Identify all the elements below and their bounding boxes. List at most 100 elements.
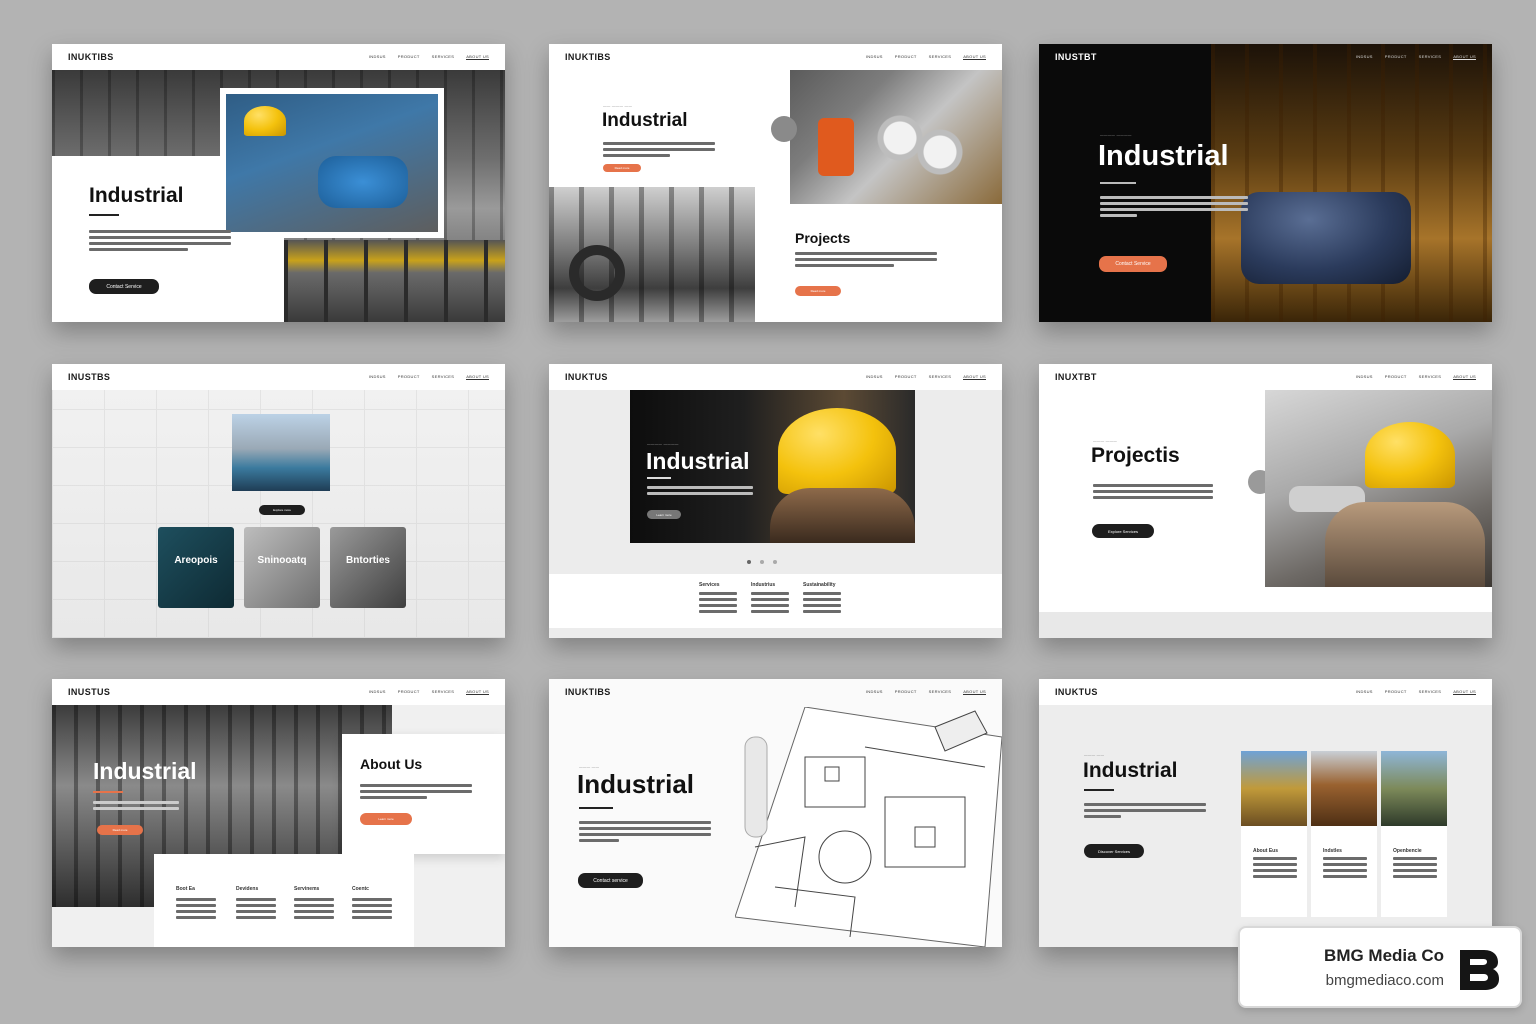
column-text: [803, 592, 841, 616]
nav-link[interactable]: SERVICES: [1419, 374, 1442, 380]
tile-1[interactable]: Areopois: [158, 527, 234, 608]
mockup-nav: INUKTIBS INDSUS PRODUCT SERVICES ABOUT U…: [549, 679, 1002, 705]
nav-link[interactable]: INDSUS: [1356, 374, 1373, 380]
nav-link[interactable]: SERVICES: [929, 689, 952, 695]
column-text: [236, 898, 276, 922]
mockup-nav: INUXTBT INDSUS PRODUCT SERVICES ABOUT US: [1039, 364, 1492, 390]
cta-button[interactable]: Learn more: [647, 510, 681, 519]
nav-link[interactable]: PRODUCT: [895, 374, 917, 380]
nav-link[interactable]: PRODUCT: [398, 374, 420, 380]
mockup-card-1[interactable]: INUKTIBS INDSUS PRODUCT SERVICES ABOUT U…: [52, 44, 505, 322]
mockup-logo: INUKTUS: [565, 372, 608, 382]
title-rule: [1100, 182, 1136, 184]
nav-link[interactable]: INDSUS: [866, 374, 883, 380]
body-text: [93, 801, 179, 813]
nav-link[interactable]: ABOUT US: [963, 689, 986, 695]
mockup-card-2[interactable]: INUKTIBS INDSUS PRODUCT SERVICES ABOUT U…: [549, 44, 1002, 322]
nav-link[interactable]: ABOUT US: [466, 689, 489, 695]
mockup-card-9[interactable]: INUKTUS INDSUS PRODUCT SERVICES ABOUT US…: [1039, 679, 1492, 947]
tile-3[interactable]: Bntorties: [330, 527, 406, 608]
nav-link[interactable]: INDSUS: [369, 689, 386, 695]
pipe-rolls-image: [870, 110, 970, 180]
column-text: [751, 592, 789, 616]
mockup-logo: INUSTBS: [68, 372, 111, 382]
hard-hat-icon: [778, 408, 896, 494]
mockup-card-4[interactable]: INUSTBS INDSUS PRODUCT SERVICES ABOUT US…: [52, 364, 505, 638]
nav-link[interactable]: PRODUCT: [398, 54, 420, 60]
column-text: [352, 898, 392, 922]
body-text: [647, 486, 753, 498]
nav-link[interactable]: PRODUCT: [895, 689, 917, 695]
nav-link[interactable]: ABOUT US: [963, 374, 986, 380]
page-title: Projectis: [1091, 444, 1180, 467]
service-text: [1323, 857, 1367, 881]
worker-arm-image: [1325, 502, 1485, 587]
service-card-3[interactable]: Openbencie: [1381, 751, 1447, 917]
nav-link[interactable]: PRODUCT: [895, 54, 917, 60]
pipes-image: [790, 70, 1002, 204]
nav-link[interactable]: SERVICES: [929, 374, 952, 380]
page-title: Industrial: [89, 184, 184, 207]
cta-button[interactable]: Contact Service: [89, 279, 159, 294]
nav-link[interactable]: PRODUCT: [1385, 54, 1407, 60]
cta-button[interactable]: Contact Service: [1099, 256, 1167, 272]
mockup-card-8[interactable]: INUKTIBS INDSUS PRODUCT SERVICES ABOUT U…: [549, 679, 1002, 947]
nav-link[interactable]: INDSUS: [1356, 54, 1373, 60]
cta-button[interactable]: Read more: [97, 825, 143, 835]
orange-barrel-image: [818, 118, 854, 176]
nav-link[interactable]: INDSUS: [866, 54, 883, 60]
slider-dots[interactable]: [747, 560, 777, 564]
service-card-1[interactable]: About Eus: [1241, 751, 1307, 917]
eyebrow-text: ———— ————: [647, 442, 679, 446]
cta-button[interactable]: Explore Services: [1092, 524, 1154, 538]
nav-link[interactable]: ABOUT US: [1453, 54, 1476, 60]
nav-link[interactable]: ABOUT US: [963, 54, 986, 60]
nav-link[interactable]: SERVICES: [1419, 54, 1442, 60]
mockup-nav: INUKTUS INDSUS PRODUCT SERVICES ABOUT US: [549, 364, 1002, 390]
mockup-card-5[interactable]: INUKTUS INDSUS PRODUCT SERVICES ABOUT US…: [549, 364, 1002, 638]
page-title: Industrial: [646, 448, 750, 474]
nav-link[interactable]: ABOUT US: [1453, 689, 1476, 695]
cta-button[interactable]: Read more: [603, 164, 641, 172]
nav-link[interactable]: SERVICES: [432, 374, 455, 380]
nav-link[interactable]: ABOUT US: [466, 54, 489, 60]
bmg-logo-icon: [1460, 950, 1499, 990]
column-title: Industrius: [751, 582, 776, 588]
nav-link[interactable]: INDSUS: [369, 54, 386, 60]
cta-button[interactable]: Discover Services: [1084, 844, 1144, 858]
tile-2[interactable]: Sninooatq: [244, 527, 320, 608]
nav-link[interactable]: SERVICES: [432, 689, 455, 695]
cta-button[interactable]: Contact service: [578, 873, 643, 888]
service-card-2[interactable]: Indstles: [1311, 751, 1377, 917]
slider-dot-icon[interactable]: [771, 116, 797, 142]
nav-link[interactable]: SERVICES: [432, 54, 455, 60]
nav-link[interactable]: INDSUS: [866, 689, 883, 695]
brand-badge[interactable]: BMG Media Co bmgmediaco.com: [1238, 926, 1522, 1008]
mockup-logo: INUSTUS: [68, 687, 111, 697]
body-text: [360, 784, 472, 802]
nav-link[interactable]: PRODUCT: [398, 689, 420, 695]
nav-link[interactable]: INDSUS: [1356, 689, 1373, 695]
nav-link[interactable]: PRODUCT: [1385, 374, 1407, 380]
hero-factory-image: [1211, 44, 1492, 322]
body-text: [89, 230, 231, 254]
nav-link[interactable]: ABOUT US: [1453, 374, 1476, 380]
brand-url[interactable]: bmgmediaco.com: [1326, 972, 1444, 989]
mockup-card-7[interactable]: INUSTUS INDSUS PRODUCT SERVICES ABOUT US…: [52, 679, 505, 947]
learn-more-button[interactable]: Learn more: [360, 813, 412, 825]
body-text: [579, 821, 711, 845]
worker-helmet-image: [1265, 390, 1492, 587]
nav-link[interactable]: ABOUT US: [466, 374, 489, 380]
mockup-card-3[interactable]: INUSTBT INDSUS PRODUCT SERVICES ABOUT US…: [1039, 44, 1492, 322]
mockup-nav: INUKTUS INDSUS PRODUCT SERVICES ABOUT US: [1039, 679, 1492, 705]
explore-button[interactable]: Explore more: [259, 505, 305, 515]
mockup-card-6[interactable]: INUXTBT INDSUS PRODUCT SERVICES ABOUT US…: [1039, 364, 1492, 638]
read-more-button[interactable]: Read more: [795, 286, 841, 296]
nav-link[interactable]: PRODUCT: [1385, 689, 1407, 695]
body-text: [1084, 803, 1206, 821]
column-title: Services: [699, 582, 720, 588]
nav-link[interactable]: SERVICES: [1419, 689, 1442, 695]
nav-link[interactable]: INDSUS: [369, 374, 386, 380]
mockup-logo: INUXTBT: [1055, 372, 1097, 382]
nav-link[interactable]: SERVICES: [929, 54, 952, 60]
